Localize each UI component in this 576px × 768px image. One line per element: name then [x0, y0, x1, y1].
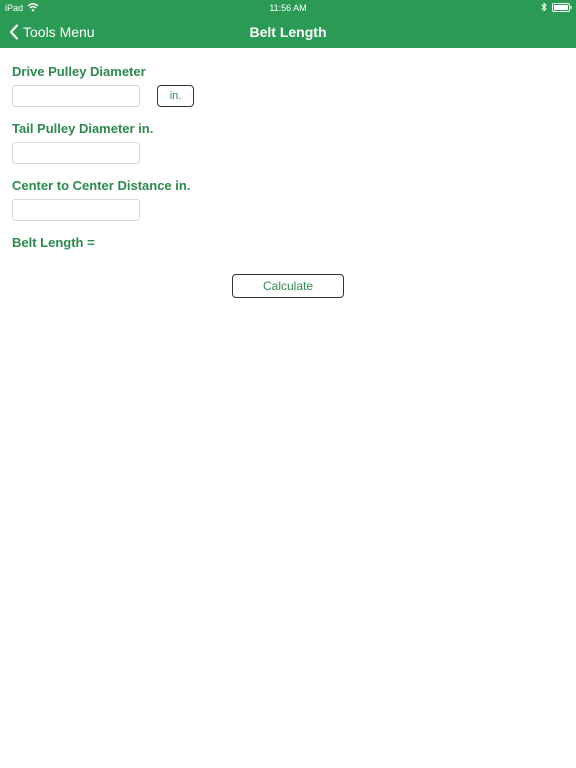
center-distance-input[interactable]: [12, 199, 140, 221]
calculate-button[interactable]: Calculate: [232, 274, 344, 298]
unit-toggle-button[interactable]: in.: [157, 85, 194, 107]
tail-pulley-label: Tail Pulley Diameter in.: [12, 121, 154, 136]
battery-icon: [552, 3, 572, 12]
tail-pulley-input[interactable]: [12, 142, 140, 164]
status-time: 11:56 AM: [269, 3, 307, 13]
page-title: Belt Length: [249, 24, 327, 40]
bluetooth-icon: [541, 2, 547, 12]
belt-length-result: Belt Length =: [12, 235, 95, 250]
drive-pulley-label: Drive Pulley Diameter: [12, 64, 146, 79]
center-distance-label: Center to Center Distance in.: [12, 178, 191, 193]
belt-length-screen: iPad 11:56 AM Tools Menu Belt Length Dri…: [0, 0, 576, 768]
drive-pulley-input[interactable]: [12, 85, 140, 107]
status-bar: iPad 11:56 AM: [0, 0, 576, 16]
header-bar: iPad 11:56 AM Tools Menu Belt Length: [0, 0, 576, 48]
